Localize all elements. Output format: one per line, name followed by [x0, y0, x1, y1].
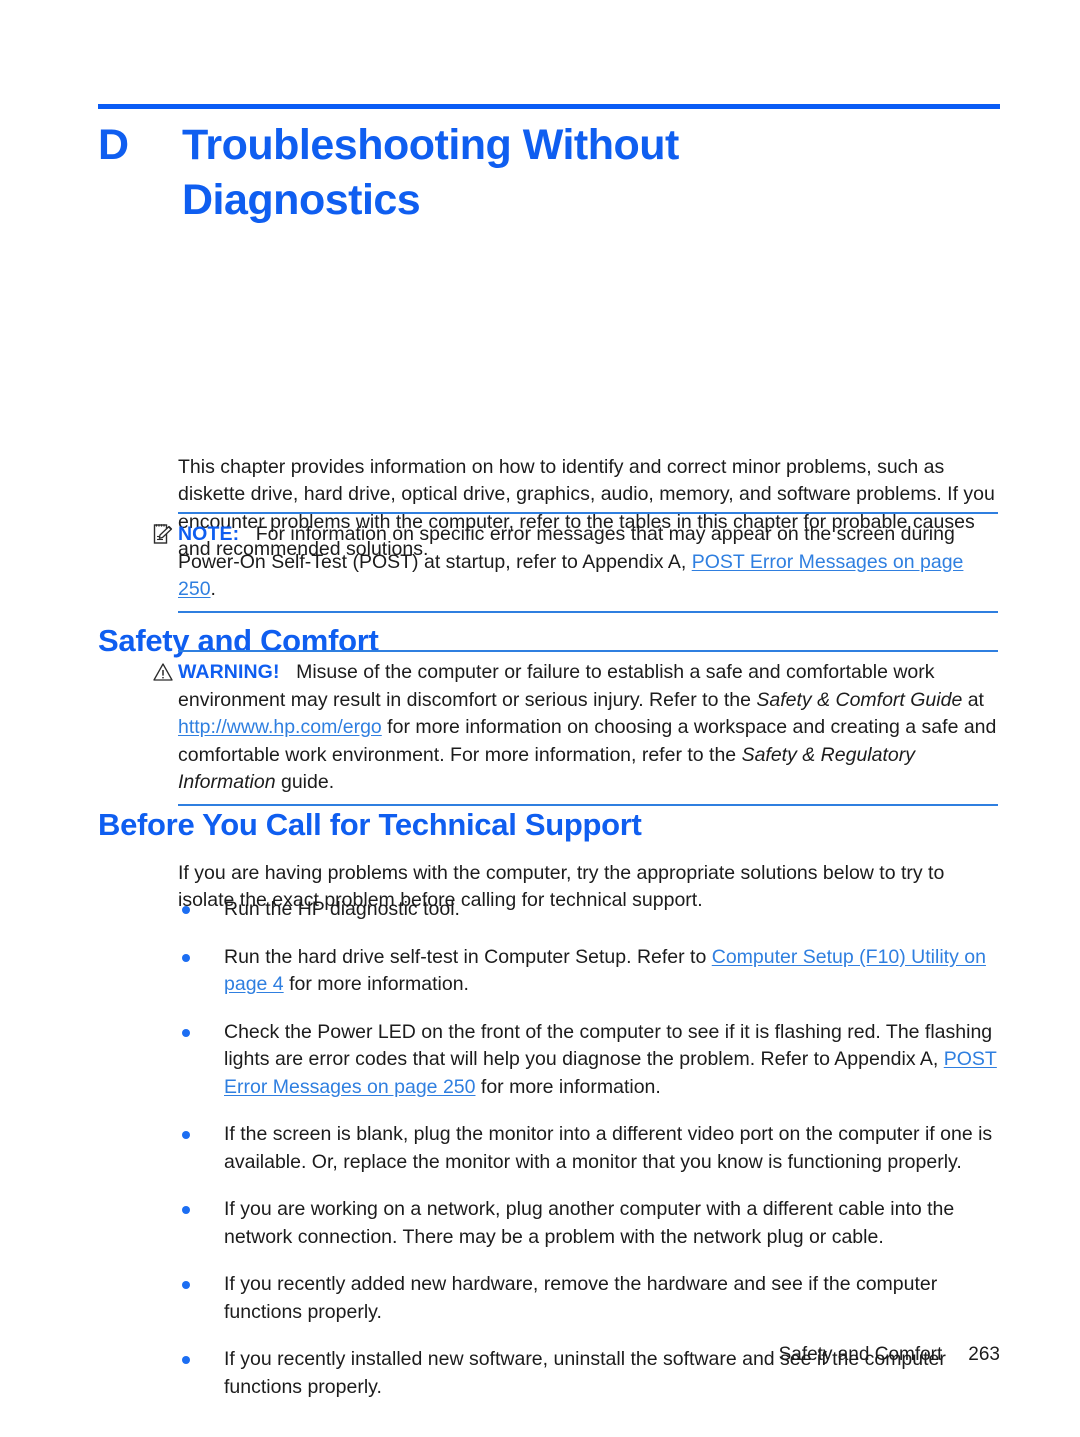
document-page: D Troubleshooting Without Diagnostics Th… [0, 0, 1080, 1437]
list-item-text-part2: for more information. [475, 1075, 661, 1098]
note-pad-pencil-icon [152, 523, 174, 545]
warning-link-hp-ergo[interactable]: http://www.hp.com/ergo [178, 716, 382, 738]
warning-top-rule [178, 650, 998, 652]
footer-section-name: Safety and Comfort [778, 1344, 943, 1365]
bullet-dot-icon [182, 1281, 190, 1289]
list-item-text-part1: If you recently added new hardware, remo… [224, 1273, 938, 1323]
section-heading-before-you-call: Before You Call for Technical Support [98, 806, 642, 842]
list-item-text-part1: If you are working on a network, plug an… [224, 1198, 955, 1248]
chapter-letter: D [98, 121, 129, 169]
note-text-after-link: . [210, 578, 216, 600]
list-item-text-part1: Run the hard drive self-test in Computer… [224, 945, 712, 968]
list-item-text-part1: Check the Power LED on the front of the … [224, 1020, 993, 1071]
list-item: If the screen is blank, plug the monitor… [178, 1121, 1000, 1176]
warning-italic-safety-comfort-guide: Safety & Comfort Guide [756, 688, 963, 711]
footer-page-number: 263 [968, 1344, 1000, 1365]
warning-triangle-icon [152, 661, 174, 683]
bullet-dot-icon [182, 906, 190, 914]
warning-admonition: WARNING! Misuse of the computer or failur… [153, 650, 1000, 806]
troubleshooting-steps-list: Run the HP diagnostic tool. Run the hard… [178, 896, 1000, 1421]
bullet-dot-icon [182, 953, 190, 962]
chapter-divider-rule [98, 104, 1000, 109]
list-item: Check the Power LED on the front of the … [178, 1019, 1000, 1102]
warning-label: WARNING! [178, 661, 280, 683]
list-item: If you are working on a network, plug an… [178, 1196, 1000, 1251]
list-item-text-part2: for more information. [283, 973, 469, 995]
list-item-text-part1: Run the HP diagnostic tool. [224, 898, 460, 920]
bullet-dot-icon [182, 1131, 190, 1139]
warning-body: WARNING! Misuse of the computer or failur… [153, 659, 1000, 797]
page-title: D Troubleshooting Without Diagnostics [98, 118, 1000, 228]
bullet-dot-icon [182, 1028, 190, 1037]
list-item: Run the HP diagnostic tool. [178, 896, 1000, 924]
list-item: If you recently added new hardware, remo… [178, 1271, 1000, 1326]
list-item-text-part1: If the screen is blank, plug the monitor… [224, 1123, 993, 1173]
list-item: Run the hard drive self-test in Computer… [178, 944, 1000, 999]
note-body: NOTE: For information on specific error m… [153, 521, 1000, 604]
note-bottom-rule [178, 610, 998, 613]
chapter-title-text: Troubleshooting Without Diagnostics [182, 121, 679, 224]
bullet-dot-icon [182, 1206, 190, 1214]
note-label: NOTE: [178, 523, 240, 545]
warning-text-part2: at [962, 688, 984, 711]
note-admonition: NOTE: For information on specific error m… [153, 512, 1000, 613]
note-top-rule [178, 512, 998, 514]
warning-text-part4: guide. [275, 771, 335, 793]
page-footer: Safety and Comfort 263 [98, 1344, 1000, 1366]
